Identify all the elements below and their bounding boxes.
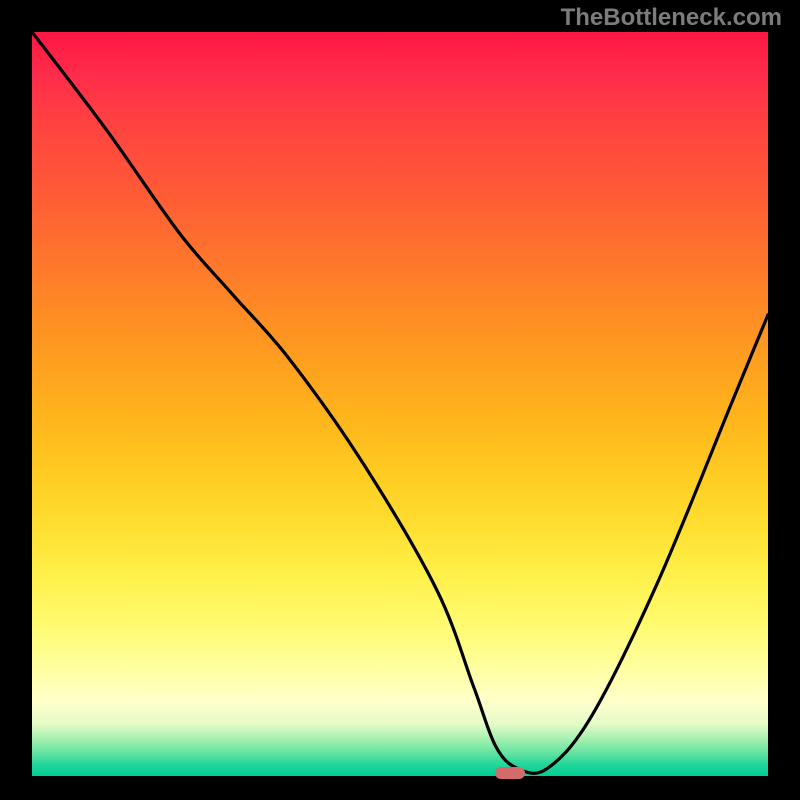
bottleneck-curve <box>32 32 768 776</box>
watermark-text: TheBottleneck.com <box>561 4 782 32</box>
bottleneck-marker <box>495 767 525 779</box>
chart-container: TheBottleneck.com <box>0 0 800 800</box>
plot-area <box>32 32 768 776</box>
